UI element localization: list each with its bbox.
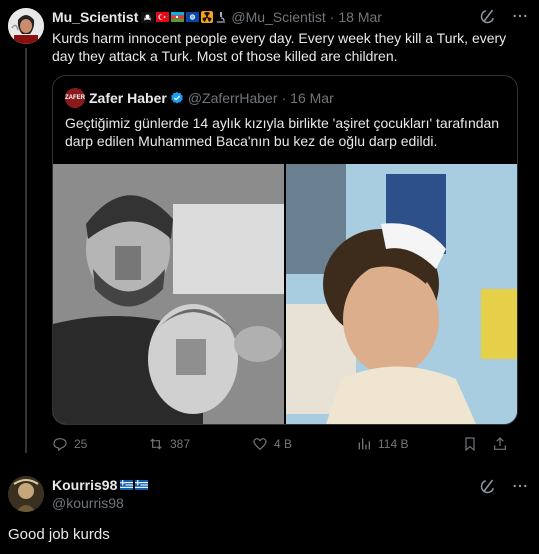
author-handle[interactable]: @Mu_Scientist: [231, 9, 325, 25]
photo-injured-boy[interactable]: [286, 164, 517, 424]
reply-count: 25: [74, 437, 88, 451]
turkey-flag-icon: [156, 12, 170, 22]
grok-icon[interactable]: [479, 7, 497, 25]
scientist-avatar-image: [8, 8, 44, 44]
reply-icon: [53, 438, 67, 452]
heart-icon: [253, 438, 267, 451]
azerbaijan-flag-icon: [171, 12, 185, 22]
action-bar: 25 387 4 B 114 B: [52, 434, 518, 454]
pirate-flag-icon: [141, 11, 155, 23]
views-count: 114 B: [378, 437, 409, 451]
secondary-actions: [462, 436, 508, 452]
au-flag-icon: [186, 12, 200, 22]
verified-badge-icon: [170, 91, 183, 104]
quote-header: ZAFER Zafer Haber @ZaferrHaber · 16 Mar: [65, 88, 334, 108]
quote-author-name[interactable]: Zafer Haber: [89, 90, 167, 106]
quote-avatar[interactable]: ZAFER: [65, 88, 85, 108]
repost-button[interactable]: 387: [148, 436, 252, 452]
like-button[interactable]: 4 B: [252, 436, 356, 452]
views-button[interactable]: 114 B: [356, 436, 462, 452]
quoted-tweet[interactable]: ZAFER Zafer Haber @ZaferrHaber · 16 Mar …: [52, 75, 518, 425]
reply-header-actions: [479, 477, 529, 495]
more-options-icon[interactable]: [511, 7, 529, 25]
quote-separator: ·: [281, 90, 287, 106]
author-name[interactable]: Mu_Scientist: [52, 9, 138, 25]
more-options-icon[interactable]: [511, 477, 529, 495]
bookmark-icon[interactable]: [462, 436, 478, 452]
views-icon: [358, 438, 370, 450]
greece-flag-icon: [135, 480, 149, 490]
quote-timestamp[interactable]: 16 Mar: [290, 90, 334, 106]
timestamp[interactable]: 18 Mar: [338, 9, 382, 25]
quote-handle[interactable]: @ZaferrHaber: [188, 90, 278, 106]
author-flags: [141, 11, 227, 23]
quote-text: Geçtiğimiz günlerde 14 aylık kızıyla bir…: [65, 115, 500, 149]
like-count: 4 B: [274, 437, 293, 451]
reply-author-name[interactable]: Kourris98: [52, 477, 117, 493]
reply-handle[interactable]: @kourris98: [52, 495, 124, 511]
grok-icon[interactable]: [479, 477, 497, 495]
repost-count: 387: [170, 437, 191, 451]
separator: ·: [329, 9, 335, 25]
share-icon[interactable]: [492, 436, 508, 452]
reply-avatar[interactable]: [8, 476, 44, 512]
greece-flag-icon: [120, 480, 134, 490]
reply-button[interactable]: 25: [52, 436, 148, 452]
tweet-text: Kurds harm innocent people every day. Ev…: [52, 30, 507, 64]
avatar[interactable]: [8, 8, 44, 44]
photo-left-illustration: [53, 164, 284, 424]
media-grid: [53, 164, 517, 424]
reply-avatar-image: [8, 476, 44, 512]
tweet-header: Mu_Scientist @Mu_Scientist · 18 Mar: [52, 7, 529, 27]
microscope-icon: [217, 12, 226, 23]
thread-line: [25, 48, 27, 453]
reply-text: Good job kurds: [8, 526, 110, 543]
reply-author: Kourris98: [52, 477, 149, 493]
radiation-icon: [201, 11, 214, 23]
repost-icon: [150, 438, 162, 450]
header-actions: [479, 7, 529, 25]
photo-right-illustration: [286, 164, 517, 424]
photo-father-daughter[interactable]: [53, 164, 284, 424]
